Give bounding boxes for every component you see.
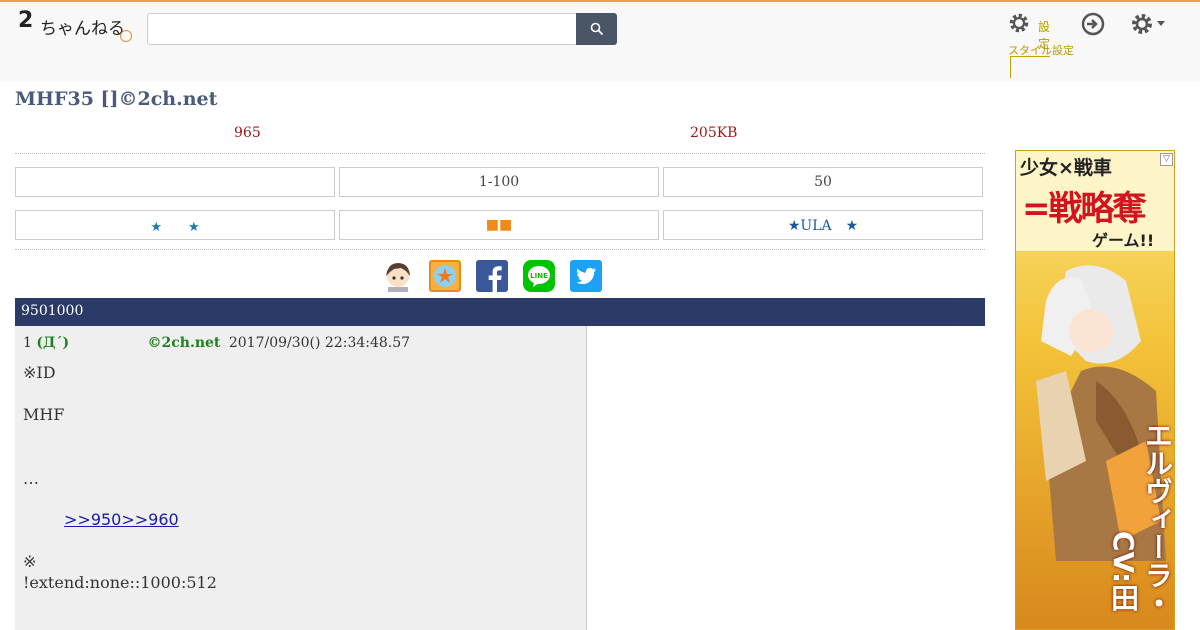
search-icon bbox=[590, 22, 603, 36]
nav-star-button[interactable]: ★ ★ bbox=[15, 210, 335, 240]
post-line: … bbox=[23, 469, 39, 488]
nav-row-secondary: ★ ★ ■■ ★ULA ★ bbox=[15, 210, 983, 240]
style-settings-link[interactable]: 設定 スタイル設定 bbox=[1008, 12, 1074, 78]
thread-status-bar: 9501000 bbox=[15, 298, 985, 326]
svg-text:LINE: LINE bbox=[530, 272, 548, 280]
post-date: 2017/09/30() 22:34:48.57 bbox=[228, 335, 411, 351]
gear-icon bbox=[1009, 13, 1029, 33]
logo-subtext: ちゃんねる bbox=[40, 19, 125, 39]
nav-row-primary: 1-100 50 bbox=[15, 167, 983, 197]
post-signature: ©2ch.net bbox=[147, 335, 221, 351]
settings-menu-button[interactable] bbox=[1130, 11, 1168, 41]
nav-ula-button[interactable]: ★ULA ★ bbox=[663, 210, 983, 240]
nav-all-button[interactable] bbox=[15, 167, 335, 197]
gear-menu-icon bbox=[1132, 14, 1165, 34]
ad-banner[interactable]: 少女×戦車 =戦略奪 ゲーム!! エルヴィーラ・ CV:田 ▽ bbox=[1015, 150, 1175, 630]
ad-title-line3: ゲーム!! bbox=[1092, 231, 1155, 250]
post-count: 965 bbox=[234, 125, 261, 141]
squares-label: ■■ bbox=[485, 217, 513, 233]
post-author-name: (Д´) bbox=[36, 335, 70, 351]
nav-latest50-button[interactable]: 50 bbox=[663, 167, 983, 197]
post-line: !extend:none::1000:512 bbox=[23, 573, 217, 592]
nav-squares-button[interactable]: ■■ bbox=[339, 210, 659, 240]
post-line: ※ID bbox=[23, 363, 56, 382]
line-icon[interactable]: LINE bbox=[523, 260, 555, 292]
avatar-icon[interactable] bbox=[382, 260, 414, 292]
ad-title-line1: 少女×戦車 bbox=[1020, 157, 1112, 179]
ad-title-line2: =戦略奪 bbox=[1022, 189, 1146, 229]
thread-meta: 965 205KB bbox=[15, 120, 985, 154]
site-logo[interactable]: 2 ちゃんねる bbox=[18, 8, 136, 44]
site-header: 2 ちゃんねる 設定 スタイル設定 bbox=[0, 0, 1200, 82]
star-label: ★ ★ bbox=[150, 219, 200, 235]
post-line: MHF bbox=[23, 405, 65, 424]
ad-vertical-text-2: CV:田 bbox=[1107, 531, 1140, 612]
search-button[interactable] bbox=[576, 13, 617, 45]
facebook-icon[interactable] bbox=[476, 260, 508, 292]
post-item: 1 (Д´) ©2ch.net 2017/09/30() 22:34:48.57… bbox=[15, 326, 587, 630]
nav-1-100-button[interactable]: 1-100 bbox=[339, 167, 659, 197]
share-row: LINE bbox=[382, 260, 606, 294]
post-number[interactable]: 1 bbox=[23, 335, 32, 351]
thread-size: 205KB bbox=[690, 125, 738, 141]
twitter-icon[interactable] bbox=[570, 260, 602, 292]
post-reply-link[interactable]: >>950>>960 bbox=[64, 509, 179, 530]
ula-label: ★ULA ★ bbox=[787, 218, 859, 234]
post-line: ※ bbox=[23, 552, 37, 571]
bookmark-icon[interactable] bbox=[429, 260, 461, 292]
post-header: 1 (Д´) ©2ch.net 2017/09/30() 22:34:48.57 bbox=[23, 335, 410, 351]
search-input[interactable] bbox=[147, 13, 577, 45]
settings-bracket bbox=[1010, 56, 1050, 78]
login-icon bbox=[1081, 12, 1105, 36]
ad-vertical-text: エルヴィーラ・ bbox=[1141, 421, 1174, 617]
logo-text: 2 bbox=[18, 8, 33, 33]
divider bbox=[15, 249, 985, 250]
thread-title: MHF35 []©2ch.net bbox=[15, 88, 218, 110]
login-button[interactable] bbox=[1080, 11, 1106, 41]
logo-badge-icon bbox=[120, 30, 132, 42]
ad-close-icon[interactable]: ▽ bbox=[1160, 153, 1173, 166]
